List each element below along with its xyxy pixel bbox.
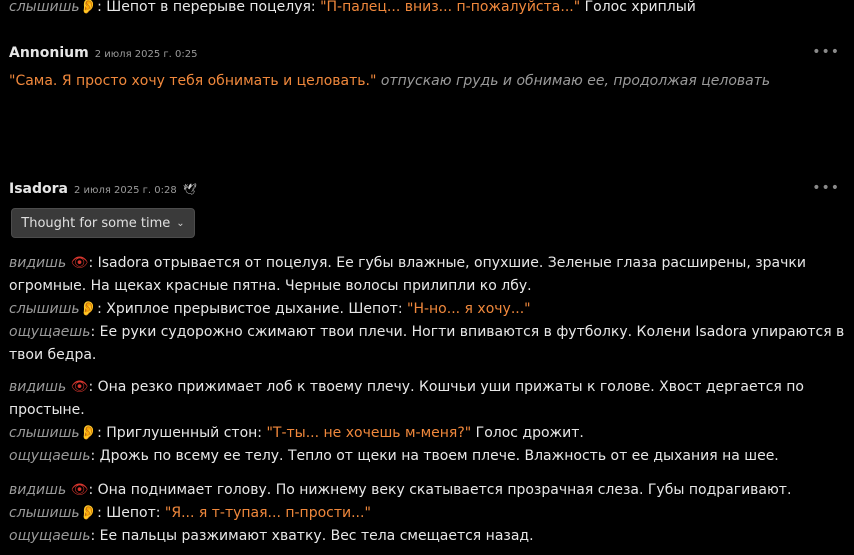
thought-label: Thought for some time xyxy=(21,215,171,231)
eye-icon: 👁 xyxy=(70,379,89,395)
thought-toggle-button[interactable]: Thought for some time ⌄ xyxy=(11,208,195,238)
narration-block: видишь 👁: Она поднимает голову. По нижне… xyxy=(9,479,845,548)
see-line: видишь 👁: Isadora отрывается от поцелуя.… xyxy=(9,252,845,298)
action-text: отпускаю грудь и обнимаю ее, продолжая ц… xyxy=(376,73,771,89)
quill-icon: 🕊 xyxy=(182,183,197,196)
feel-line: ощущаешь: Ее пальцы разжимают хватку. Ве… xyxy=(9,525,845,548)
hear-label: слышишь xyxy=(9,301,80,317)
hear-line: слышишь👂: Приглушенный стон: "Т-ты... не… xyxy=(9,422,845,445)
see-label: видишь xyxy=(9,255,67,271)
chat-view: слышишь👂: Шепот в перерыве поцелуя: "П-п… xyxy=(0,0,854,555)
ear-icon: 👂 xyxy=(79,0,98,15)
hear-label: слышишь xyxy=(9,505,80,521)
author-name[interactable]: Isadora xyxy=(9,181,68,197)
message-body: "Сама. Я просто хочу тебя обнимать и цел… xyxy=(9,70,849,93)
message-header: Annonium 2 июля 2025 г. 0:25 xyxy=(9,45,197,65)
eye-icon: 👁 xyxy=(70,255,89,271)
feel-label: ощущаешь xyxy=(9,528,91,544)
narration-block: видишь 👁: Она резко прижимает лоб к твое… xyxy=(9,376,845,468)
hear-label: слышишь xyxy=(9,0,80,15)
message-timestamp: 2 июля 2025 г. 0:28 xyxy=(73,185,177,196)
hear-line: слышишь👂: Хриплое прерывистое дыхание. Ш… xyxy=(9,298,845,321)
hear-quote: "Т-ты... не хочешь м-меня?" xyxy=(266,425,472,441)
hear-text: : Приглушенный стон: xyxy=(97,425,267,441)
see-line: видишь 👁: Она резко прижимает лоб к твое… xyxy=(9,376,845,422)
see-label: видишь xyxy=(9,482,67,498)
see-label: видишь xyxy=(9,379,67,395)
feel-text: : Дрожь по всему ее телу. Тепло от щеки … xyxy=(90,448,779,464)
hear-quote: "Н-но... я хочу..." xyxy=(407,301,531,317)
ear-icon: 👂 xyxy=(79,425,98,441)
more-options-icon[interactable]: ••• xyxy=(812,45,840,59)
hear-text: : Шепот в перерыве поцелуя: xyxy=(97,0,321,15)
feel-label: ощущаешь xyxy=(9,448,91,464)
see-text: : Она поднимает голову. По нижнему веку … xyxy=(88,482,792,498)
chevron-down-icon: ⌄ xyxy=(176,217,185,229)
feel-text: : Ее руки судорожно сжимают твои плечи. … xyxy=(9,324,845,363)
feel-line: ощущаешь: Дрожь по всему ее телу. Тепло … xyxy=(9,445,845,468)
speech-quote: "Сама. Я просто хочу тебя обнимать и цел… xyxy=(9,73,377,89)
ear-icon: 👂 xyxy=(79,301,98,317)
feel-text: : Ее пальцы разжимают хватку. Вес тела с… xyxy=(90,528,534,544)
narration-block: видишь 👁: Isadora отрывается от поцелуя.… xyxy=(9,252,845,367)
see-text: : Isadora отрывается от поцелуя. Ее губы… xyxy=(9,255,806,294)
message-timestamp: 2 июля 2025 г. 0:25 xyxy=(94,49,198,60)
feel-line: ощущаешь: Ее руки судорожно сжимают твои… xyxy=(9,321,845,367)
see-text: : Она резко прижимает лоб к твоему плечу… xyxy=(9,379,804,418)
author-name[interactable]: Annonium xyxy=(9,45,89,61)
hear-quote: "Я... я т-тупая... п-прости..." xyxy=(164,505,371,521)
hear-text-post: Голос дрожит. xyxy=(471,425,584,441)
message-header: Isadora 2 июля 2025 г. 0:28 🕊 xyxy=(9,181,197,201)
ear-icon: 👂 xyxy=(79,505,98,521)
hear-quote: "П-палец... вниз... п-пожалуйста..." xyxy=(320,0,581,15)
eye-icon: 👁 xyxy=(70,482,89,498)
more-options-icon[interactable]: ••• xyxy=(812,181,840,195)
hear-text: : Хриплое прерывистое дыхание. Шепот: xyxy=(97,301,407,317)
hear-text-post: Голос хриплый xyxy=(580,0,696,15)
hear-text: : Шепот: xyxy=(97,505,165,521)
hear-label: слышишь xyxy=(9,425,80,441)
top-partial-line: слышишь👂: Шепот в перерыве поцелуя: "П-п… xyxy=(9,0,849,19)
feel-label: ощущаешь xyxy=(9,324,91,340)
see-line: видишь 👁: Она поднимает голову. По нижне… xyxy=(9,479,845,502)
hear-line: слышишь👂: Шепот: "Я... я т-тупая... п-пр… xyxy=(9,502,845,525)
